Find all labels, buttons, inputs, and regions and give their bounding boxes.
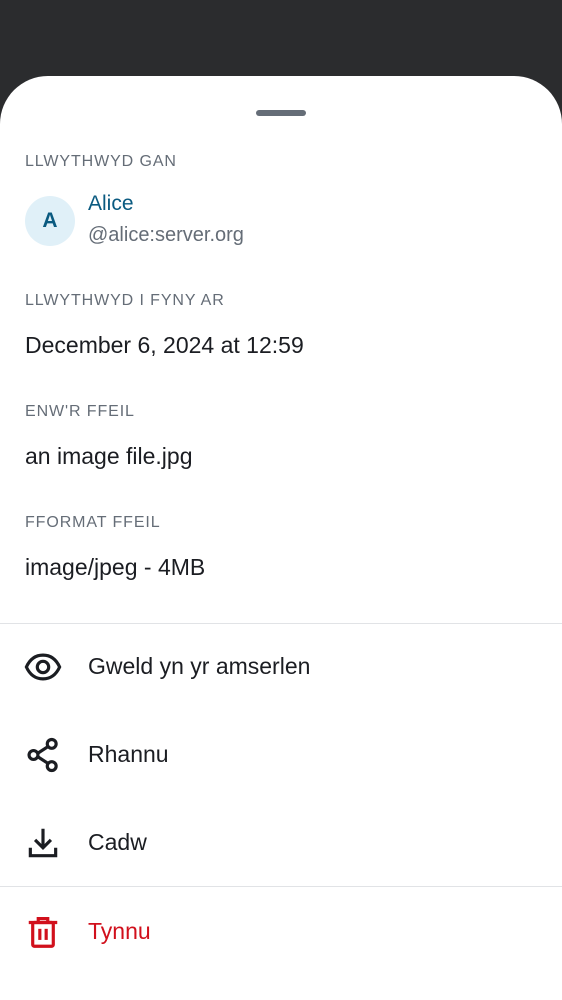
view-in-timeline-button[interactable]: Gweld yn yr amserlen bbox=[0, 626, 562, 706]
trash-icon bbox=[28, 916, 58, 948]
avatar-initial: A bbox=[42, 209, 58, 232]
format-section-label: FFORMAT FFEIL bbox=[25, 514, 161, 531]
uploaded-section-label: LLWYTHWYD I FYNY AR bbox=[25, 292, 225, 309]
bottom-sheet: LLWYTHWYD GAN A Alice @alice:server.org … bbox=[0, 76, 562, 1000]
remove-button[interactable]: Tynnu bbox=[0, 891, 562, 971]
share-button[interactable]: Rhannu bbox=[0, 714, 562, 794]
save-button[interactable]: Cadw bbox=[0, 802, 562, 882]
remove-label: Tynnu bbox=[88, 918, 151, 944]
filename-section-label: ENW'R FFEIL bbox=[25, 403, 135, 420]
avatar[interactable]: A bbox=[25, 196, 75, 246]
drag-handle[interactable] bbox=[256, 110, 306, 116]
file-format: image/jpeg - 4MB bbox=[25, 554, 206, 580]
file-name: an image file.jpg bbox=[25, 443, 193, 469]
eye-icon bbox=[24, 653, 62, 681]
sender-section-label: LLWYTHWYD GAN bbox=[25, 153, 177, 170]
uploaded-date: December 6, 2024 at 12:59 bbox=[25, 332, 304, 358]
download-icon bbox=[28, 828, 58, 858]
divider bbox=[0, 623, 562, 624]
share-icon bbox=[27, 737, 58, 773]
divider bbox=[0, 886, 562, 887]
share-label: Rhannu bbox=[88, 741, 169, 767]
save-label: Cadw bbox=[88, 829, 147, 855]
view-in-timeline-label: Gweld yn yr amserlen bbox=[88, 653, 311, 679]
sender-user-id: @alice:server.org bbox=[88, 224, 244, 246]
sender-name[interactable]: Alice bbox=[88, 192, 134, 216]
